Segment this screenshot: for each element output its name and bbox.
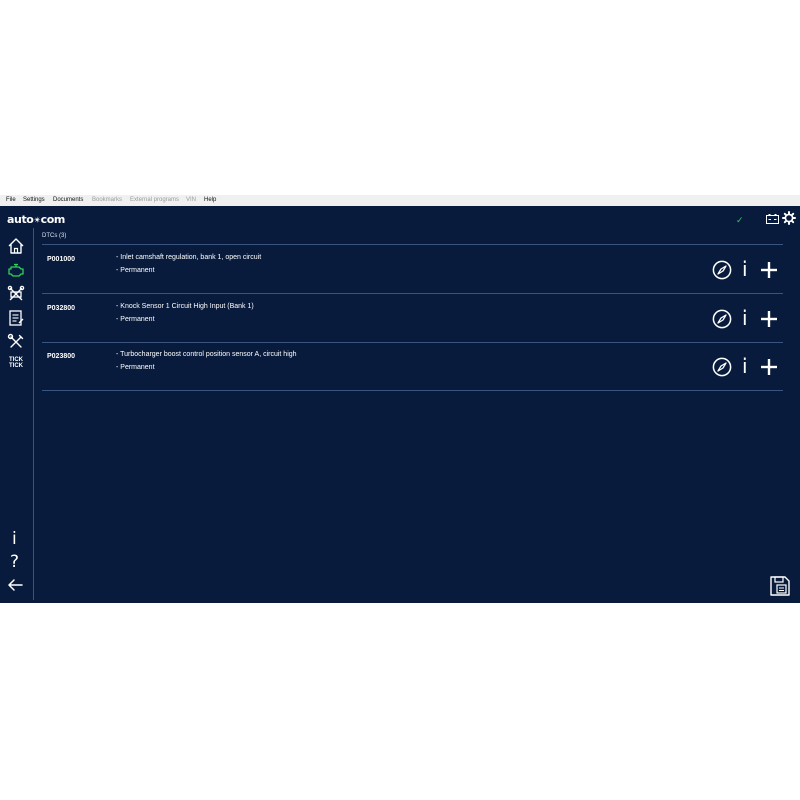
menu-documents[interactable]: Documents [53, 197, 83, 203]
autocom-logo: auto✴com [7, 213, 65, 226]
save-report-icon[interactable] [769, 575, 791, 597]
compass-icon[interactable] [712, 309, 732, 329]
compass-icon[interactable] [712, 357, 732, 377]
connection-status-check-icon: ✓ [736, 215, 744, 225]
tick-tick-button[interactable]: TICK TICK [9, 357, 23, 369]
menu-external-programs[interactable]: External programs [130, 197, 179, 203]
dtc-code: P023800 [47, 353, 76, 360]
dtc-description: - Inlet camshaft regulation, bank 1, ope… [116, 254, 262, 261]
dtc-code: P032800 [47, 305, 76, 312]
sidebar-info-icon[interactable]: i [12, 529, 17, 549]
gear-icon[interactable] [782, 211, 796, 225]
dtc-status: - Permanent [116, 316, 155, 323]
dtc-list-header: DTCs (3) [42, 233, 67, 239]
dtc-row: P023800 - Turbocharger boost control pos… [42, 342, 783, 391]
plus-icon[interactable] [759, 260, 779, 280]
back-arrow-icon[interactable] [7, 578, 23, 592]
sidebar-help-icon[interactable]: ? [10, 552, 19, 572]
crossed-tools-icon[interactable] [6, 284, 26, 304]
logo-text-left: auto [7, 213, 34, 226]
menu-bar: File Settings Documents Bookmarks Extern… [0, 195, 800, 206]
document-icon[interactable] [6, 308, 26, 328]
dtc-info-icon[interactable]: i [742, 308, 748, 328]
home-icon[interactable] [6, 236, 26, 256]
tick-label-bottom: TICK [9, 363, 23, 369]
compass-icon[interactable] [712, 260, 732, 280]
plus-icon[interactable] [759, 309, 779, 329]
dtc-code: P001000 [47, 256, 76, 263]
plus-icon[interactable] [759, 357, 779, 377]
menu-help[interactable]: Help [204, 197, 216, 203]
dtc-status: - Permanent [116, 267, 155, 274]
app-window: auto✴com ✓ TICK TICK i ? DTCs (3) P00100… [0, 206, 800, 603]
dtc-status: - Permanent [116, 364, 155, 371]
logo-star: ✴ [33, 216, 41, 226]
battery-icon[interactable] [766, 214, 779, 224]
engine-icon[interactable] [6, 260, 26, 280]
menu-file[interactable]: File [6, 197, 16, 203]
dtc-description: - Knock Sensor 1 Circuit High Input (Ban… [116, 303, 254, 310]
menu-bookmarks[interactable]: Bookmarks [92, 197, 122, 203]
dtc-description: - Turbocharger boost control position se… [116, 351, 297, 358]
wrench-screwdriver-icon[interactable] [6, 332, 26, 352]
logo-text-right: com [40, 213, 66, 226]
dtc-info-icon[interactable]: i [742, 259, 748, 279]
sidebar-divider [33, 228, 34, 600]
menu-vin[interactable]: VIN [186, 197, 196, 203]
menu-settings[interactable]: Settings [23, 197, 45, 203]
dtc-row: P001000 - Inlet camshaft regulation, ban… [42, 245, 783, 294]
dtc-row: P032800 - Knock Sensor 1 Circuit High In… [42, 294, 783, 343]
dtc-info-icon[interactable]: i [742, 356, 748, 376]
